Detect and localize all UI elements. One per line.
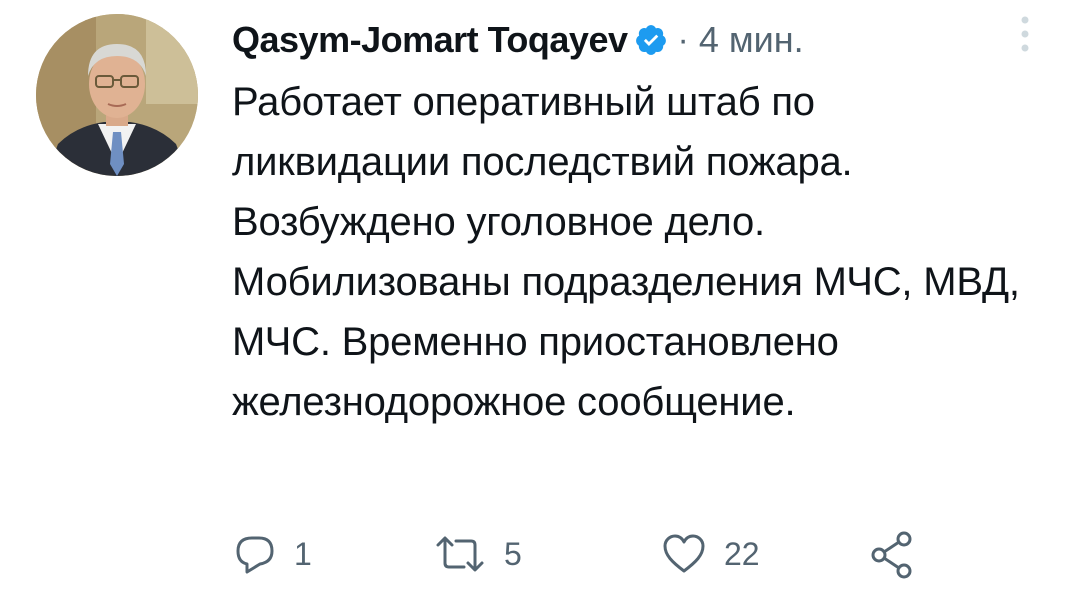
retweet-count: 5 <box>504 535 522 572</box>
like-icon <box>660 531 708 577</box>
retweet-icon <box>432 531 488 577</box>
reply-icon <box>232 531 278 577</box>
tweet-header: Qasym-Jomart Toqayev · 4 мин. <box>232 12 1040 68</box>
verified-badge-icon <box>634 23 668 57</box>
tweet-actions: 1 5 22 <box>232 525 952 583</box>
reply-count: 1 <box>294 535 312 572</box>
like-button[interactable]: 22 <box>660 525 760 583</box>
retweet-button[interactable]: 5 <box>432 525 522 583</box>
separator-dot: · <box>677 20 689 59</box>
tweet-text: Работает оперативный штаб по ликвидации … <box>232 80 1020 424</box>
timestamp[interactable]: 4 мин. <box>699 19 804 61</box>
like-count: 22 <box>724 535 760 572</box>
share-button[interactable] <box>868 525 916 583</box>
more-options-icon[interactable] <box>1018 14 1032 54</box>
tweet: Qasym-Jomart Toqayev · 4 мин. Работает о… <box>0 0 1080 589</box>
avatar[interactable] <box>36 14 198 176</box>
author-name[interactable]: Qasym-Jomart Toqayev <box>232 19 628 61</box>
share-icon <box>868 529 916 579</box>
reply-button[interactable]: 1 <box>232 525 312 583</box>
